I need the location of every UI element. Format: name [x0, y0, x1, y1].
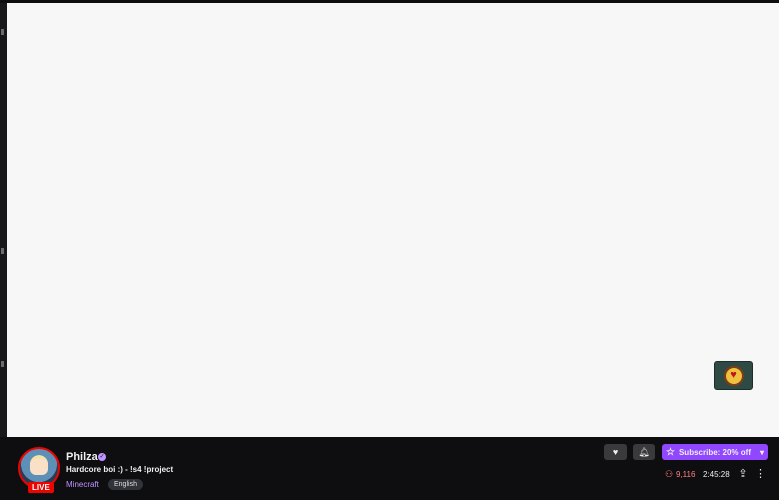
verified-icon: ✓	[98, 453, 106, 461]
person-icon: ⚇	[665, 469, 674, 479]
stream-page: ♥ LIVE Philza ✓ Hardcore boi :) - !s4 !p…	[0, 0, 779, 500]
follow-button[interactable]: ♥	[604, 444, 627, 460]
collapsed-sidebar[interactable]	[0, 3, 7, 437]
avatar[interactable]: LIVE	[18, 447, 60, 493]
channel-info-bar: LIVE Philza ✓ Hardcore boi :) - !s4 !pro…	[7, 437, 779, 500]
channel-name[interactable]: Philza	[66, 451, 98, 463]
heart-emblem-icon: ♥	[723, 365, 744, 386]
chevron-down-icon: ▾	[759, 447, 764, 457]
more-icon[interactable]: ⋮	[755, 467, 766, 480]
bell-icon: 🔔︎	[638, 446, 650, 457]
subscribe-label: Subscribe: 20% off	[678, 447, 751, 457]
subscribe-button[interactable]: ☆ Subscribe: 20% off ▾	[662, 444, 768, 460]
stream-uptime: 2:45:28	[703, 470, 730, 479]
live-badge: LIVE	[28, 482, 54, 493]
star-icon: ☆	[666, 446, 675, 458]
language-tag[interactable]: English	[108, 479, 143, 490]
share-icon[interactable]: ⇪	[737, 467, 749, 480]
heart-icon: ♥	[612, 447, 619, 457]
viewer-count: 9,116	[676, 470, 696, 479]
sidebar-marker	[1, 361, 4, 367]
extension-widget[interactable]: ♥	[714, 361, 753, 390]
video-player[interactable]: ♥	[7, 3, 779, 437]
notifications-button[interactable]: 🔔︎	[633, 444, 655, 460]
stream-title: Hardcore boi :) - !s4 !project	[66, 465, 174, 474]
sidebar-marker	[1, 248, 4, 254]
sidebar-marker	[1, 29, 4, 35]
category-link[interactable]: Minecraft	[66, 480, 99, 489]
